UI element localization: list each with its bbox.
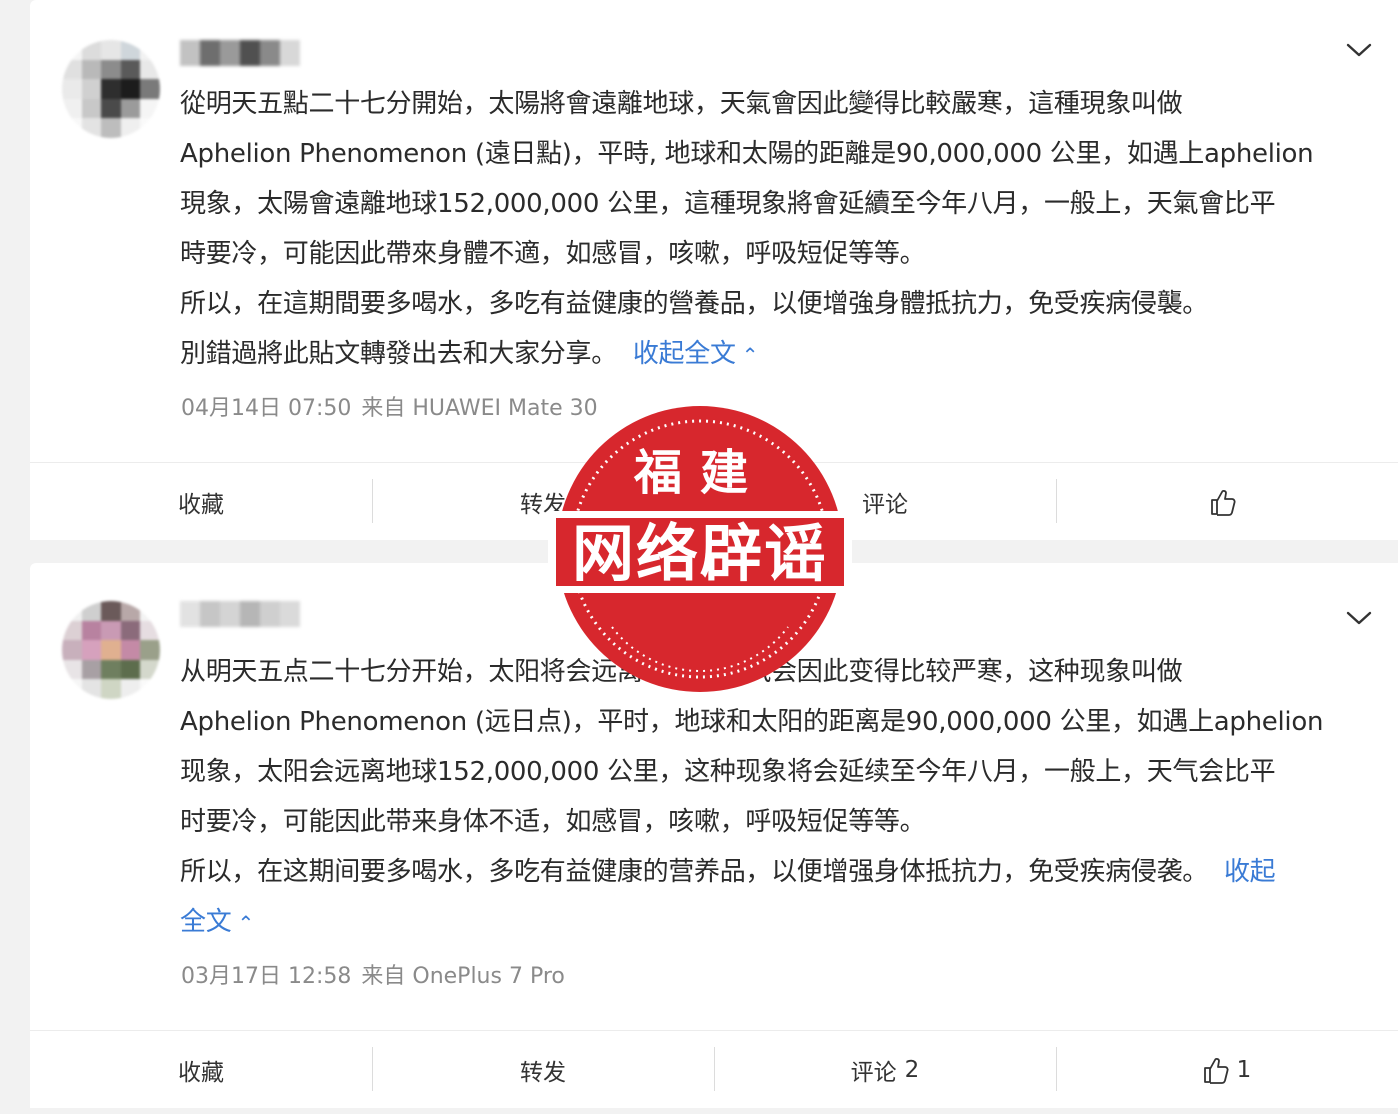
collapse-link[interactable]: 全文 ⌃	[180, 907, 254, 937]
username-blurred[interactable]	[180, 40, 300, 66]
favorite-button[interactable]: 收藏	[30, 1031, 372, 1109]
post-time[interactable]: 04月14日 07:50	[181, 396, 351, 421]
post-text-line: 時要冷，可能因此帶來身體不適，如感冒，咳嗽，呼吸短促等等。	[180, 239, 926, 269]
post-text-last: 別錯過將此貼文轉發出去和大家分享。	[180, 339, 617, 369]
post-text-line: 时要冷，可能因此带来身体不适，如感冒，咳嗽，呼吸短促等等。	[180, 807, 926, 837]
caret-up-icon: ⌃	[231, 911, 254, 935]
comment-count: 2	[904, 1057, 920, 1083]
avatar[interactable]	[62, 40, 160, 138]
favorite-button[interactable]: 收藏	[30, 463, 372, 541]
comment-button[interactable]: 评论 2	[714, 1031, 1056, 1109]
rumor-debunk-stamp: 福建 网络辟谣	[548, 406, 852, 692]
collapse-link[interactable]: 收起全文 ⌃	[633, 339, 759, 369]
post-source: 来自 OnePlus 7 Pro	[361, 964, 565, 989]
post-text-line: Aphelion Phenomenon (远日点)，平时，地球和太阳的距离是90…	[180, 707, 1324, 737]
post-text-line: 從明天五點二十七分開始，太陽將會遠離地球，天氣會因此變得比較嚴寒，這種現象叫做	[180, 89, 1183, 119]
thumbs-up-icon	[1203, 1058, 1229, 1084]
caret-up-icon: ⌃	[735, 343, 759, 367]
username-blurred[interactable]	[180, 601, 300, 627]
favorite-label: 收藏	[178, 1060, 224, 1086]
collapse-link-label[interactable]: 收起全文	[633, 339, 736, 369]
collapse-link-part1[interactable]: 收起	[1224, 857, 1276, 887]
post-text-line: 別錯過將此貼文轉發出去和大家分享。 收起全文 ⌃	[180, 329, 1370, 380]
collapse-link-label[interactable]: 全文	[180, 907, 232, 937]
post-meta: 03月17日 12:58 来自 OnePlus 7 Pro	[181, 958, 565, 990]
post-text-last: 所以，在这期间要多喝水，多吃有益健康的营养品，以便增强身体抵抗力，免受疾病侵袭。	[180, 857, 1209, 887]
chevron-down-icon[interactable]	[1346, 610, 1372, 626]
repost-label: 转发	[520, 1060, 566, 1086]
repost-button[interactable]: 转发	[372, 1031, 714, 1109]
stamp-top-text: 福建	[633, 445, 766, 501]
post-text: 從明天五點二十七分開始，太陽將會遠離地球，天氣會因此變得比較嚴寒，這種現象叫做 …	[180, 79, 1370, 380]
favorite-label: 收藏	[178, 492, 224, 518]
chevron-down-icon[interactable]	[1346, 42, 1372, 58]
comment-label: 评论	[862, 492, 908, 518]
comment-label: 评论	[850, 1060, 897, 1086]
post-time[interactable]: 03月17日 12:58	[181, 964, 351, 989]
action-bar: 收藏 转发 评论 2 1	[30, 1030, 1398, 1109]
post-text-line: 所以，在這期間要多喝水，多吃有益健康的營養品，以便增強身體抵抗力，免受疾病侵襲。	[180, 289, 1209, 319]
like-button[interactable]	[1056, 463, 1398, 541]
thumbs-up-icon	[1211, 490, 1236, 516]
post-text-line: 所以，在这期间要多喝水，多吃有益健康的营养品，以便增强身体抵抗力，免受疾病侵袭。…	[180, 847, 1370, 897]
like-count: 1	[1236, 1057, 1252, 1083]
post-text-line: 全文 ⌃	[180, 897, 1370, 948]
post-meta: 04月14日 07:50 来自 HUAWEI Mate 30	[181, 390, 598, 422]
post-text-line: 現象，太陽會遠離地球152,000,000 公里，這種現象將會延續至今年八月，一…	[180, 189, 1276, 219]
stamp-main-text: 网络辟谣	[572, 517, 828, 590]
like-button[interactable]: 1	[1056, 1031, 1398, 1109]
post-text-line: Aphelion Phenomenon (遠日點)，平時, 地球和太陽的距離是9…	[180, 139, 1314, 169]
post-text-line: 现象，太阳会远离地球152,000,000 公里，这种现象将会延续至今年八月，一…	[180, 757, 1276, 787]
avatar[interactable]	[62, 601, 160, 699]
